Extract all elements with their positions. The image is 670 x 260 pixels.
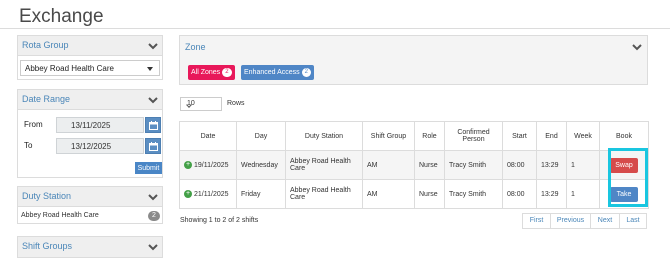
rota-group-panel: Rota Group Abbey Road Health Care	[17, 35, 163, 80]
to-date-value: 13/12/2025	[71, 142, 112, 151]
cell-week: 1	[566, 150, 600, 180]
duty-station-panel: Duty Station Abbey Road Health Care 2	[17, 186, 163, 224]
plus-icon[interactable]: +	[184, 190, 192, 198]
zone-title: Zone	[185, 42, 206, 52]
column-header-start[interactable]: Start	[502, 121, 537, 151]
cell-start: 08:00	[502, 179, 537, 209]
chevron-down-icon[interactable]	[148, 41, 158, 51]
to-calendar-button[interactable]	[145, 138, 161, 154]
chevron-down-icon[interactable]	[148, 95, 158, 105]
rota-group-header[interactable]: Rota Group	[18, 36, 162, 56]
cell-date: +19/11/2025	[179, 150, 237, 180]
calendar-icon	[149, 142, 158, 151]
chevron-down-icon[interactable]	[148, 242, 158, 252]
column-header-end[interactable]: End	[536, 121, 567, 151]
column-header-shift-group[interactable]: Shift Group	[362, 121, 415, 151]
chevron-down-icon[interactable]	[632, 42, 642, 52]
zone-chip-enhanced-access[interactable]: Enhanced Access 2	[241, 65, 314, 80]
shift-groups-title: Shift Groups	[22, 241, 73, 251]
shifts-table: Date Day Duty Station Shift Group Role C…	[179, 121, 649, 209]
cell-end: 13:29	[536, 179, 567, 209]
table-row: +19/11/2025 Wednesday Abbey Road Health …	[179, 150, 649, 180]
cell-date: +21/11/2025	[179, 179, 237, 209]
column-header-duty-station[interactable]: Duty Station	[285, 121, 363, 151]
from-date-input[interactable]: 13/11/2025	[56, 117, 144, 133]
zone-chip-label: Enhanced Access	[244, 69, 300, 76]
cell-week: 1	[566, 179, 600, 209]
date-range-title: Date Range	[22, 94, 71, 104]
rows-label: Rows	[227, 100, 245, 107]
submit-button[interactable]: Submit	[135, 162, 162, 174]
date-text: 19/11/2025	[194, 161, 229, 169]
date-range-panel: Date Range From 13/11/2025 To 13/12/2025…	[17, 89, 163, 178]
plus-icon[interactable]: +	[184, 161, 192, 169]
date-text: 21/11/2025	[194, 190, 229, 198]
duty-station-count-badge: 2	[148, 211, 160, 221]
column-header-confirmed-person[interactable]: Confirmed Person	[444, 121, 503, 151]
cell-confirmed-person: Tracy Smith	[444, 150, 503, 180]
title-divider	[0, 28, 670, 29]
rota-group-select[interactable]: Abbey Road Health Care	[20, 60, 160, 76]
book-column-highlight	[608, 148, 648, 207]
zone-chip-count: 2	[301, 68, 311, 77]
cell-end: 13:29	[536, 150, 567, 180]
shift-groups-panel: Shift Groups	[17, 236, 163, 258]
from-label: From	[24, 120, 43, 129]
pager-previous[interactable]: Previous	[550, 213, 591, 229]
duty-station-title: Duty Station	[22, 191, 72, 201]
rota-group-title: Rota Group	[22, 40, 69, 50]
calendar-icon	[149, 121, 158, 130]
zone-panel: Zone All Zones 2 Enhanced Access 2	[179, 35, 648, 85]
zone-chip-all[interactable]: All Zones 2	[188, 65, 235, 80]
duty-station-item[interactable]: Abbey Road Health Care	[21, 212, 99, 219]
caret-down-icon	[147, 67, 153, 71]
column-header-date[interactable]: Date	[179, 121, 237, 151]
page-title: Exchange	[19, 6, 104, 27]
cell-role: Nurse	[414, 150, 445, 180]
column-header-day[interactable]: Day	[236, 121, 286, 151]
zone-chip-count: 2	[222, 68, 232, 77]
from-date-value: 13/11/2025	[71, 121, 111, 130]
table-row: +21/11/2025 Friday Abbey Road Health Car…	[179, 179, 649, 209]
chevron-down-icon[interactable]	[148, 192, 158, 202]
pager-first[interactable]: First	[522, 213, 551, 229]
cell-shift-group: AM	[362, 150, 415, 180]
column-header-role[interactable]: Role	[414, 121, 445, 151]
zone-chip-label: All Zones	[191, 69, 221, 76]
duty-station-header[interactable]: Duty Station	[18, 187, 162, 207]
to-date-input[interactable]: 13/12/2025	[56, 138, 144, 154]
column-header-book: Book	[599, 121, 649, 151]
pager-last[interactable]: Last	[619, 213, 647, 229]
rows-per-page-select[interactable]: 10	[180, 97, 222, 111]
showing-info: Showing 1 to 2 of 2 shifts	[180, 217, 259, 224]
rota-group-value: Abbey Road Health Care	[25, 64, 114, 73]
from-calendar-button[interactable]	[145, 117, 161, 133]
to-label: To	[24, 141, 33, 150]
cell-duty-station: Abbey Road Health Care	[285, 179, 363, 209]
cell-duty-station: Abbey Road Health Care	[285, 150, 363, 180]
cell-day: Friday	[236, 179, 286, 209]
date-range-header[interactable]: Date Range	[18, 90, 162, 110]
cell-start: 08:00	[502, 150, 537, 180]
cell-shift-group: AM	[362, 179, 415, 209]
table-header-row: Date Day Duty Station Shift Group Role C…	[179, 121, 649, 151]
column-header-week[interactable]: Week	[566, 121, 600, 151]
cell-confirmed-person: Tracy Smith	[444, 179, 503, 209]
pager-next[interactable]: Next	[590, 213, 620, 229]
cell-role: Nurse	[414, 179, 445, 209]
cell-day: Wednesday	[236, 150, 286, 180]
shift-groups-header[interactable]: Shift Groups	[18, 237, 162, 257]
